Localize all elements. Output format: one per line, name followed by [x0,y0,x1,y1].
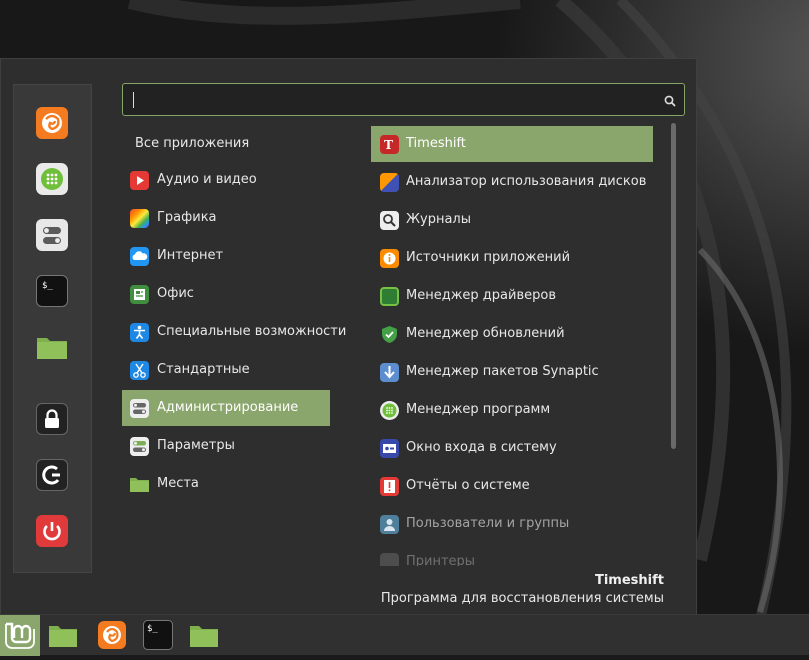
app-label: Менеджер драйверов [406,288,556,303]
selected-app-title: Timeshift [594,573,664,588]
software-manager-icon [380,401,399,420]
accessibility-icon [130,323,149,342]
category-preferences[interactable]: Параметры [122,428,330,464]
firefox-icon [98,621,126,649]
logout-icon[interactable] [36,459,68,491]
software-sources-icon [380,249,399,268]
users-groups-icon [380,515,399,534]
bottom-panel: $_ [0,614,809,656]
driver-manager-icon [380,287,399,306]
printers-icon [380,553,399,566]
synaptic-icon [380,363,399,382]
login-window-icon [380,439,399,458]
panel-terminal-launcher[interactable]: $_ [143,620,173,650]
accessories-icon [130,361,149,380]
favorites-sidebar: $_ [13,84,92,573]
text-caret [133,92,134,108]
internet-icon [130,247,149,266]
application-menu: $_ Все приложения Аудио и видео Графика … [0,58,697,615]
search-icon[interactable] [664,93,677,112]
system-reports-icon [380,477,399,496]
files-folder-icon [49,626,77,647]
software-manager-icon[interactable] [36,163,68,195]
firefox-icon[interactable] [36,107,68,139]
app-synaptic[interactable]: Менеджер пакетов Synaptic [371,354,653,390]
app-label: Менеджер пакетов Synaptic [406,364,599,379]
svg-text:$_: $_ [42,281,53,291]
mint-menu-button[interactable] [0,615,40,656]
category-label: Графика [157,210,217,225]
app-update-manager[interactable]: Менеджер обновлений [371,316,653,352]
places-folder-icon [130,475,149,494]
category-graphics[interactable]: Графика [122,200,330,236]
system-settings-icon[interactable] [36,219,68,251]
panel-folder-launcher[interactable] [189,620,219,650]
app-disk-usage[interactable]: Анализатор использования дисков [371,164,653,200]
app-login-window[interactable]: Окно входа в систему [371,430,653,466]
category-all-apps[interactable]: Все приложения [122,126,330,162]
mint-menu-icon [5,622,35,649]
app-timeshift[interactable]: T Timeshift [371,126,653,162]
app-system-reports[interactable]: Отчёты о системе [371,468,653,504]
terminal-icon[interactable]: $_ [36,275,68,307]
app-label: Журналы [406,212,471,227]
office-icon [130,285,149,304]
category-places[interactable]: Места [122,466,330,502]
app-users-groups[interactable]: Пользователи и группы [371,506,653,542]
app-label: Отчёты о системе [406,478,530,493]
category-administration[interactable]: Администрирование [122,390,330,426]
category-label: Специальные возможности [157,324,347,339]
administration-icon [130,399,149,418]
panel-files-launcher[interactable] [48,620,78,650]
files-folder-icon [190,626,218,647]
search-box[interactable] [122,83,685,116]
search-input[interactable] [139,89,663,113]
app-label: Окно входа в систему [406,440,557,455]
category-label: Параметры [157,438,235,453]
graphics-icon [130,209,149,228]
category-label: Аудио и видео [157,172,257,187]
terminal-icon: $_ [143,620,173,650]
category-label: Стандартные [157,362,250,377]
app-driver-manager[interactable]: Менеджер драйверов [371,278,653,314]
logs-icon [380,211,399,230]
update-manager-icon [380,325,399,344]
app-logs[interactable]: Журналы [371,202,653,238]
app-printers[interactable]: Принтеры [371,544,653,566]
disk-usage-icon [380,173,399,192]
shutdown-icon[interactable] [36,515,68,547]
category-office[interactable]: Офис [122,276,330,312]
app-label: Принтеры [406,554,476,566]
app-label: Timeshift [406,136,466,151]
category-label: Администрирование [157,400,299,415]
app-label: Источники приложений [406,250,571,265]
app-software-sources[interactable]: Источники приложений [371,240,653,276]
app-list-scrollbar[interactable] [671,123,676,449]
app-label: Анализатор использования дисков [406,174,647,189]
category-internet[interactable]: Интернет [122,238,330,274]
lock-screen-icon[interactable] [36,403,68,435]
files-folder-icon[interactable] [36,331,68,363]
svg-text:$_: $_ [147,624,158,634]
timeshift-icon: T [380,135,399,154]
category-audio-video[interactable]: Аудио и видео [122,162,330,198]
audio-video-icon [130,171,149,190]
app-label: Менеджер обновлений [406,326,565,341]
app-label: Менеджер программ [406,402,551,417]
selected-app-description: Программа для восстановления системы [380,591,664,606]
panel-firefox-launcher[interactable] [97,620,127,650]
category-accessibility[interactable]: Специальные возможности [122,314,346,350]
preferences-icon [130,437,149,456]
svg-text:T: T [384,138,393,152]
app-label: Пользователи и группы [406,516,570,531]
category-label: Все приложения [135,136,250,151]
category-label: Офис [157,286,194,301]
category-label: Места [157,476,199,491]
app-software-manager[interactable]: Менеджер программ [371,392,653,428]
category-accessories[interactable]: Стандартные [122,352,330,388]
category-label: Интернет [157,248,224,263]
